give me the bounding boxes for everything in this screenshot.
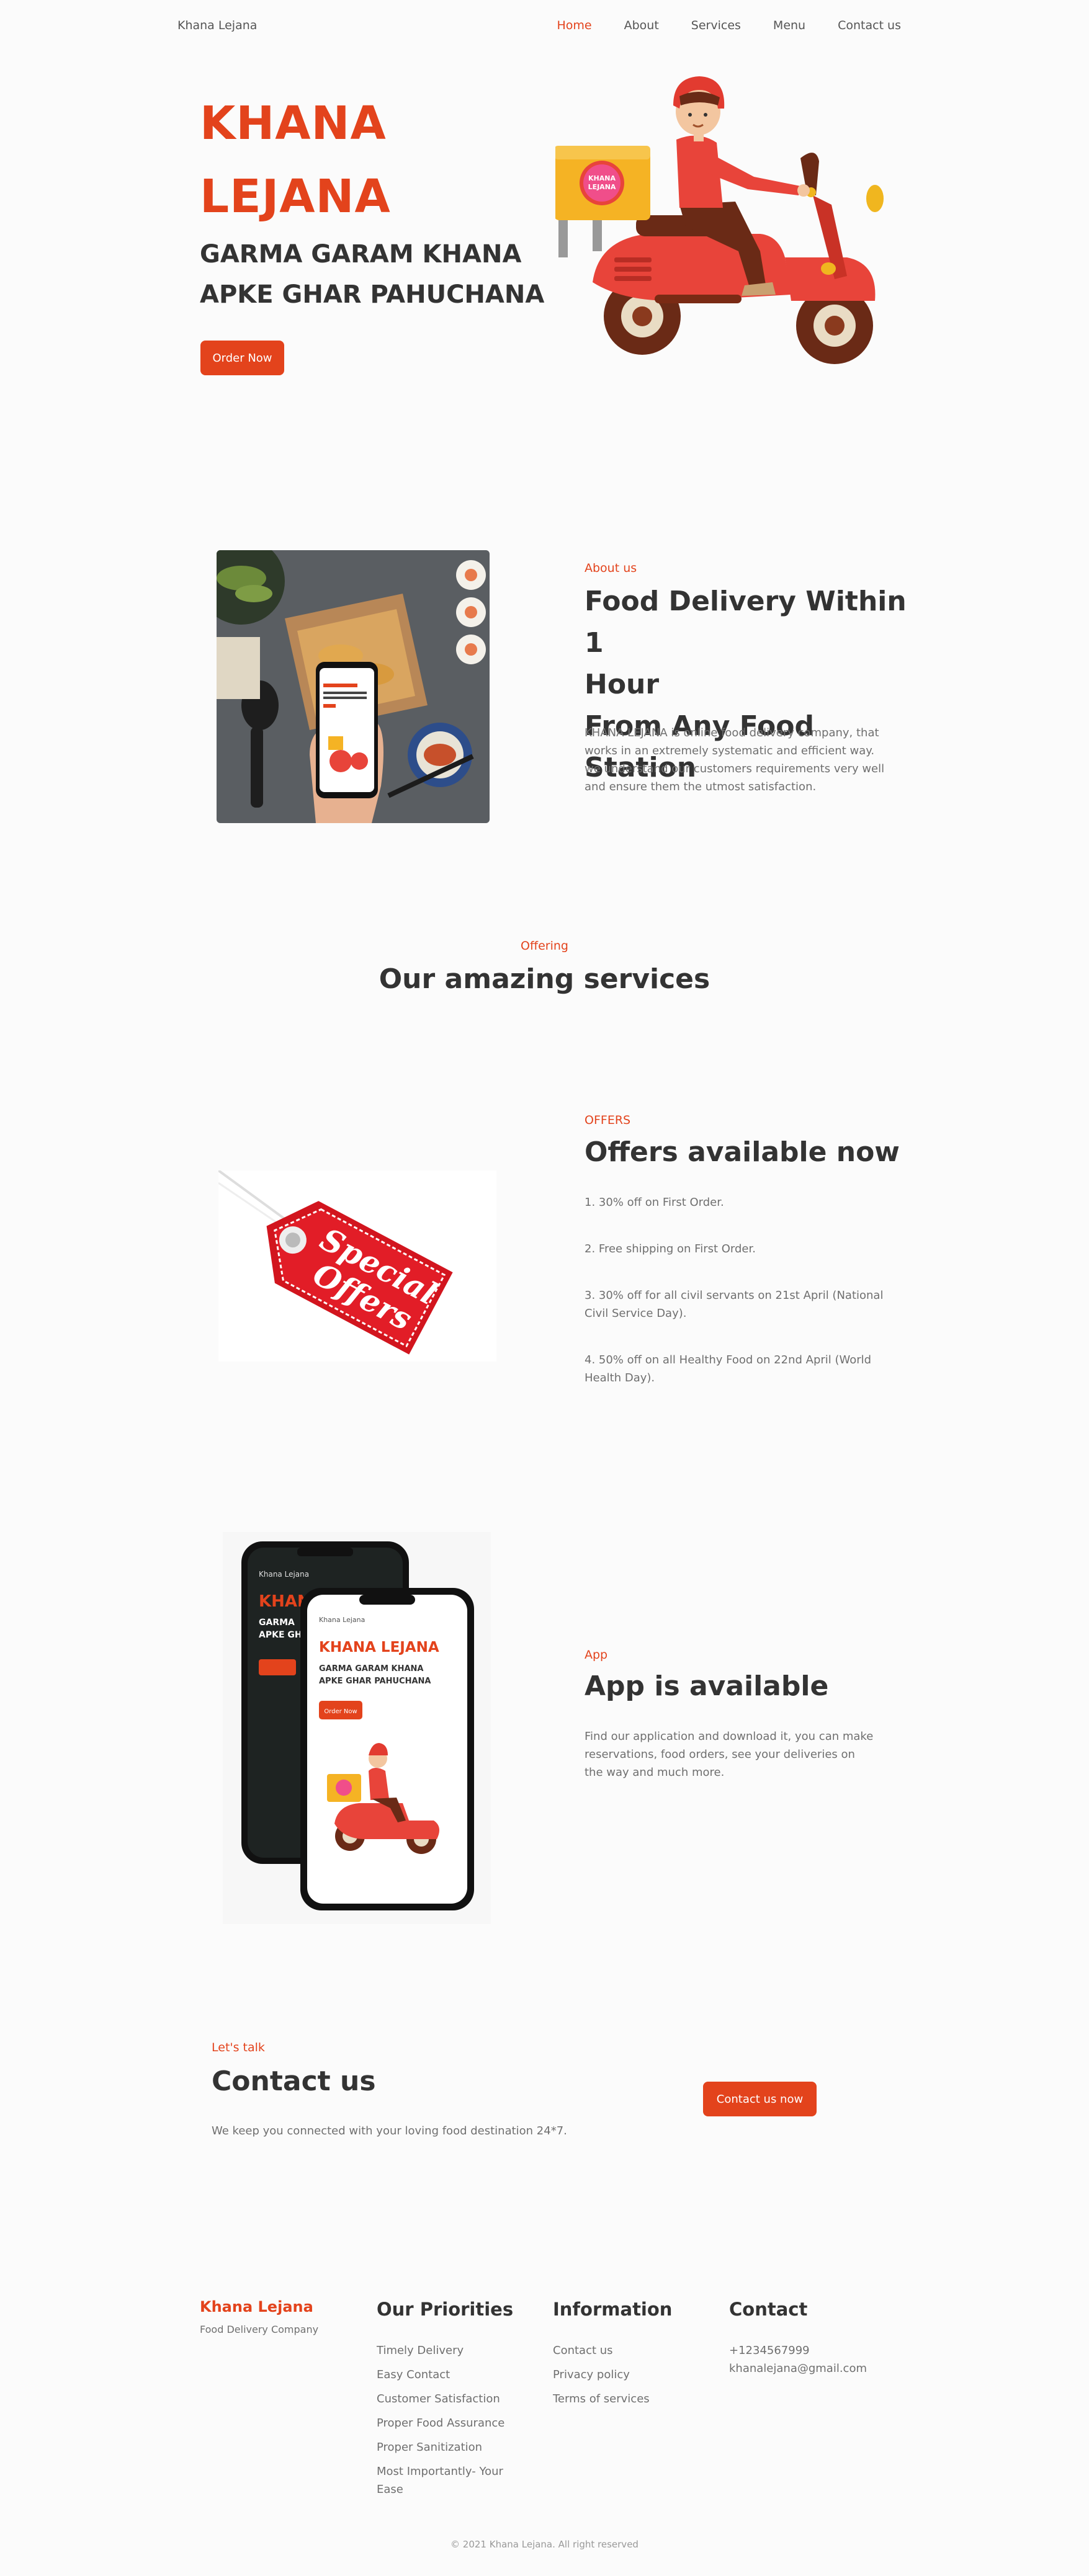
app-heading: App is available xyxy=(585,1670,829,1702)
offer-item: 4. 50% off on all Healthy Food on 22nd A… xyxy=(585,1353,872,1384)
contact-heading: Contact us xyxy=(212,2066,376,2097)
hero-subtitle: GARMA GARAM KHANA APKE GHAR PAHUCHANA xyxy=(200,240,545,309)
footer-phone: +1234567999 xyxy=(729,2344,810,2357)
footer-information-column: Information Contact us Privacy policy Te… xyxy=(553,2298,702,2414)
nav-link-home[interactable]: Home xyxy=(557,19,592,32)
special-offers-tag-image: Special Offers xyxy=(217,1169,496,1362)
nav-link-contact[interactable]: Contact us xyxy=(838,19,901,32)
food-delivery-app-photo xyxy=(217,550,490,823)
footer-priority-item: Timely Delivery xyxy=(377,2344,464,2357)
footer-brand: Khana Lejana xyxy=(200,2298,313,2315)
copyright: © 2021 Khana Lejana. All right reserved xyxy=(450,2539,639,2550)
front-phone-brand: Khana Lejana xyxy=(319,1616,365,1624)
svg-text:GARMA: GARMA xyxy=(259,1618,295,1628)
about-paragraph: KHANA LEJANA is online food delivery com… xyxy=(585,726,885,793)
contact-us-now-button[interactable]: Contact us now xyxy=(703,2082,817,2116)
contact-eyebrow: Let's talk xyxy=(212,2041,265,2054)
front-phone-sub2: APKE GHAR PAHUCHANA xyxy=(319,1677,431,1686)
footer-priority-item: Proper Food Assurance xyxy=(377,2417,505,2430)
footer-priority-item: Proper Sanitization xyxy=(377,2441,483,2454)
footer-link-privacy[interactable]: Privacy policy xyxy=(553,2366,702,2384)
nav-brand[interactable]: Khana Lejana xyxy=(177,19,257,32)
back-phone-brand: Khana Lejana xyxy=(259,1570,309,1579)
box-logo-line2: LEJANA xyxy=(588,183,616,191)
services-eyebrow: Offering xyxy=(521,939,568,953)
footer-priorities-column: Our Priorities Timely Delivery Easy Cont… xyxy=(377,2298,526,2505)
offers-list: 1. 30% off on First Order. 2. Free shipp… xyxy=(585,1193,895,1415)
footer-priorities-heading: Our Priorities xyxy=(377,2299,514,2320)
nav-link-about[interactable]: About xyxy=(624,19,659,32)
nav-links: Home About Services Menu Contact us xyxy=(525,19,902,32)
app-paragraph: Find our application and download it, yo… xyxy=(585,1730,874,1779)
order-now-button[interactable]: Order Now xyxy=(200,341,284,375)
front-phone-cta: Order Now xyxy=(324,1708,357,1715)
services-heading: Our amazing services xyxy=(379,963,710,995)
hero-title: KHANA LEJANA xyxy=(200,97,391,223)
nav-link-menu[interactable]: Menu xyxy=(773,19,805,32)
offer-item: 3. 30% off for all civil servants on 21s… xyxy=(585,1289,884,1320)
offers-eyebrow: OFFERS xyxy=(585,1113,631,1127)
footer-link-contact[interactable]: Contact us xyxy=(553,2342,702,2360)
nav-link-services[interactable]: Services xyxy=(691,19,741,32)
footer-email[interactable]: khanalejana@gmail.com xyxy=(729,2360,890,2378)
offer-item: 1. 30% off on First Order. xyxy=(585,1196,724,1209)
front-phone-sub1: GARMA GARAM KHANA xyxy=(319,1664,424,1674)
app-eyebrow: App xyxy=(585,1648,608,1662)
offers-heading: Offers available now xyxy=(585,1136,900,1168)
footer-contact-column: Contact +1234567999 khanalejana@gmail.co… xyxy=(729,2298,890,2384)
footer-information-heading: Information xyxy=(553,2299,673,2320)
footer-tagline: Food Delivery Company xyxy=(200,2324,319,2335)
footer-contact-heading: Contact xyxy=(729,2299,808,2320)
box-logo-line1: KHANA xyxy=(588,174,616,182)
footer-priority-item: Customer Satisfaction xyxy=(377,2392,500,2405)
footer-priority-item: Most Importantly- Your Ease xyxy=(377,2465,503,2496)
delivery-scooter-illustration: KHANA LEJANA xyxy=(555,76,884,364)
front-phone-title: KHANA LEJANA xyxy=(319,1639,439,1656)
offer-item: 2. Free shipping on First Order. xyxy=(585,1242,756,1255)
svg-text:APKE GH: APKE GH xyxy=(259,1630,302,1640)
contact-paragraph: We keep you connected with your loving f… xyxy=(212,2124,567,2137)
footer-priority-item: Easy Contact xyxy=(377,2368,450,2381)
footer-link-terms[interactable]: Terms of services xyxy=(553,2390,702,2408)
about-eyebrow: About us xyxy=(585,561,637,575)
app-phones-mockup: Khana Lejana KHAN GARMA APKE GH Khana Le… xyxy=(223,1532,491,1924)
